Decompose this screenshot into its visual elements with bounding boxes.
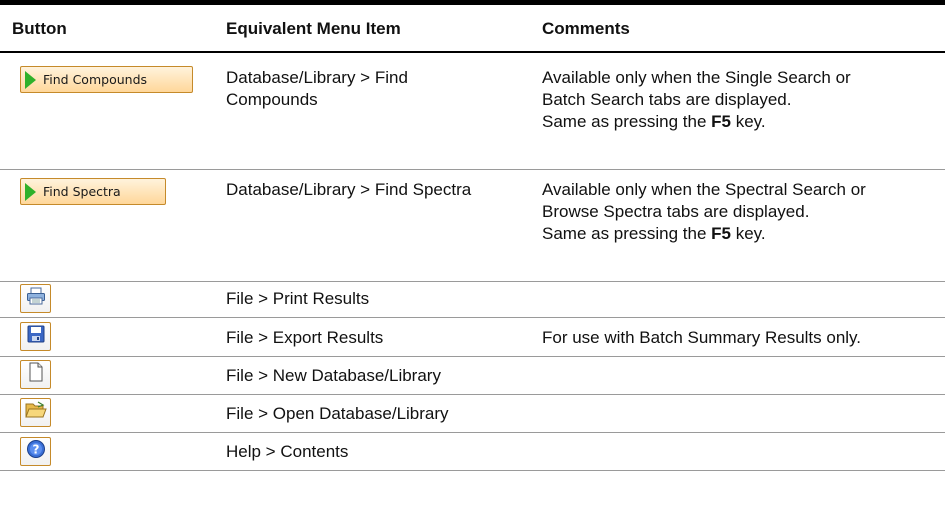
comment-key: F5 xyxy=(711,224,731,243)
menu-item-text: File > Print Results xyxy=(226,289,370,308)
header-comments: Comments xyxy=(542,19,630,38)
comment-key-prefix: Same as pressing the xyxy=(542,112,712,131)
save-icon xyxy=(27,325,45,348)
open-folder-icon xyxy=(24,401,47,424)
menu-item-text: File > Export Results xyxy=(226,328,384,347)
menu-item-text: Database/Library > Find Compounds xyxy=(226,67,526,111)
comment-text: For use with Batch Summary Results only. xyxy=(542,328,862,347)
comment-key-suffix: key. xyxy=(731,224,766,243)
header-button: Button xyxy=(12,19,67,38)
comment-line: Same as pressing the F5 key. xyxy=(542,223,942,245)
help-button[interactable]: ? xyxy=(20,437,51,466)
menu-line: Database/Library > Find xyxy=(226,68,408,87)
svg-text:?: ? xyxy=(32,443,39,457)
menu-line: Compounds xyxy=(226,90,318,109)
comment-line: Available only when the Spectral Search … xyxy=(542,180,866,199)
menu-item-text: File > New Database/Library xyxy=(226,366,441,385)
comment-key-suffix: key. xyxy=(731,112,766,131)
printer-icon xyxy=(26,287,46,310)
find-compounds-label: Find Compounds xyxy=(43,72,148,87)
row-divider xyxy=(0,432,945,433)
find-spectra-button[interactable]: Find Spectra xyxy=(20,178,166,205)
row-divider xyxy=(0,169,945,170)
comment-line: Available only when the Single Search or xyxy=(542,68,851,87)
comment-line: Batch Search tabs are displayed. xyxy=(542,90,792,109)
menu-item-text: Help > Contents xyxy=(226,442,349,461)
menu-line: Database/Library > Find Spectra xyxy=(226,180,472,199)
play-icon xyxy=(25,182,36,201)
row-divider xyxy=(0,356,945,357)
row-divider xyxy=(0,394,945,395)
comment-line: Browse Spectra tabs are displayed. xyxy=(542,202,810,221)
open-database-button[interactable] xyxy=(20,398,51,427)
comment-key: F5 xyxy=(711,112,731,131)
table-top-rule xyxy=(0,0,945,5)
new-document-icon xyxy=(28,362,44,387)
find-spectra-label: Find Spectra xyxy=(43,184,121,199)
play-icon xyxy=(25,70,36,89)
print-button[interactable] xyxy=(20,284,51,313)
row-divider xyxy=(0,317,945,318)
header-rule xyxy=(0,51,945,53)
row-divider xyxy=(0,281,945,282)
row-divider xyxy=(0,470,945,471)
comment-line: Same as pressing the F5 key. xyxy=(542,111,942,133)
find-compounds-button[interactable]: Find Compounds xyxy=(20,66,193,93)
menu-item-text: File > Open Database/Library xyxy=(226,404,449,423)
export-button[interactable] xyxy=(20,322,51,351)
new-database-button[interactable] xyxy=(20,360,51,389)
comment-key-prefix: Same as pressing the xyxy=(542,224,712,243)
help-icon: ? xyxy=(26,439,46,464)
header-menu-item: Equivalent Menu Item xyxy=(226,19,401,38)
comment-text: Available only when the Single Search or… xyxy=(542,67,942,133)
comment-text: Available only when the Spectral Search … xyxy=(542,179,942,245)
menu-item-text: Database/Library > Find Spectra xyxy=(226,179,526,201)
